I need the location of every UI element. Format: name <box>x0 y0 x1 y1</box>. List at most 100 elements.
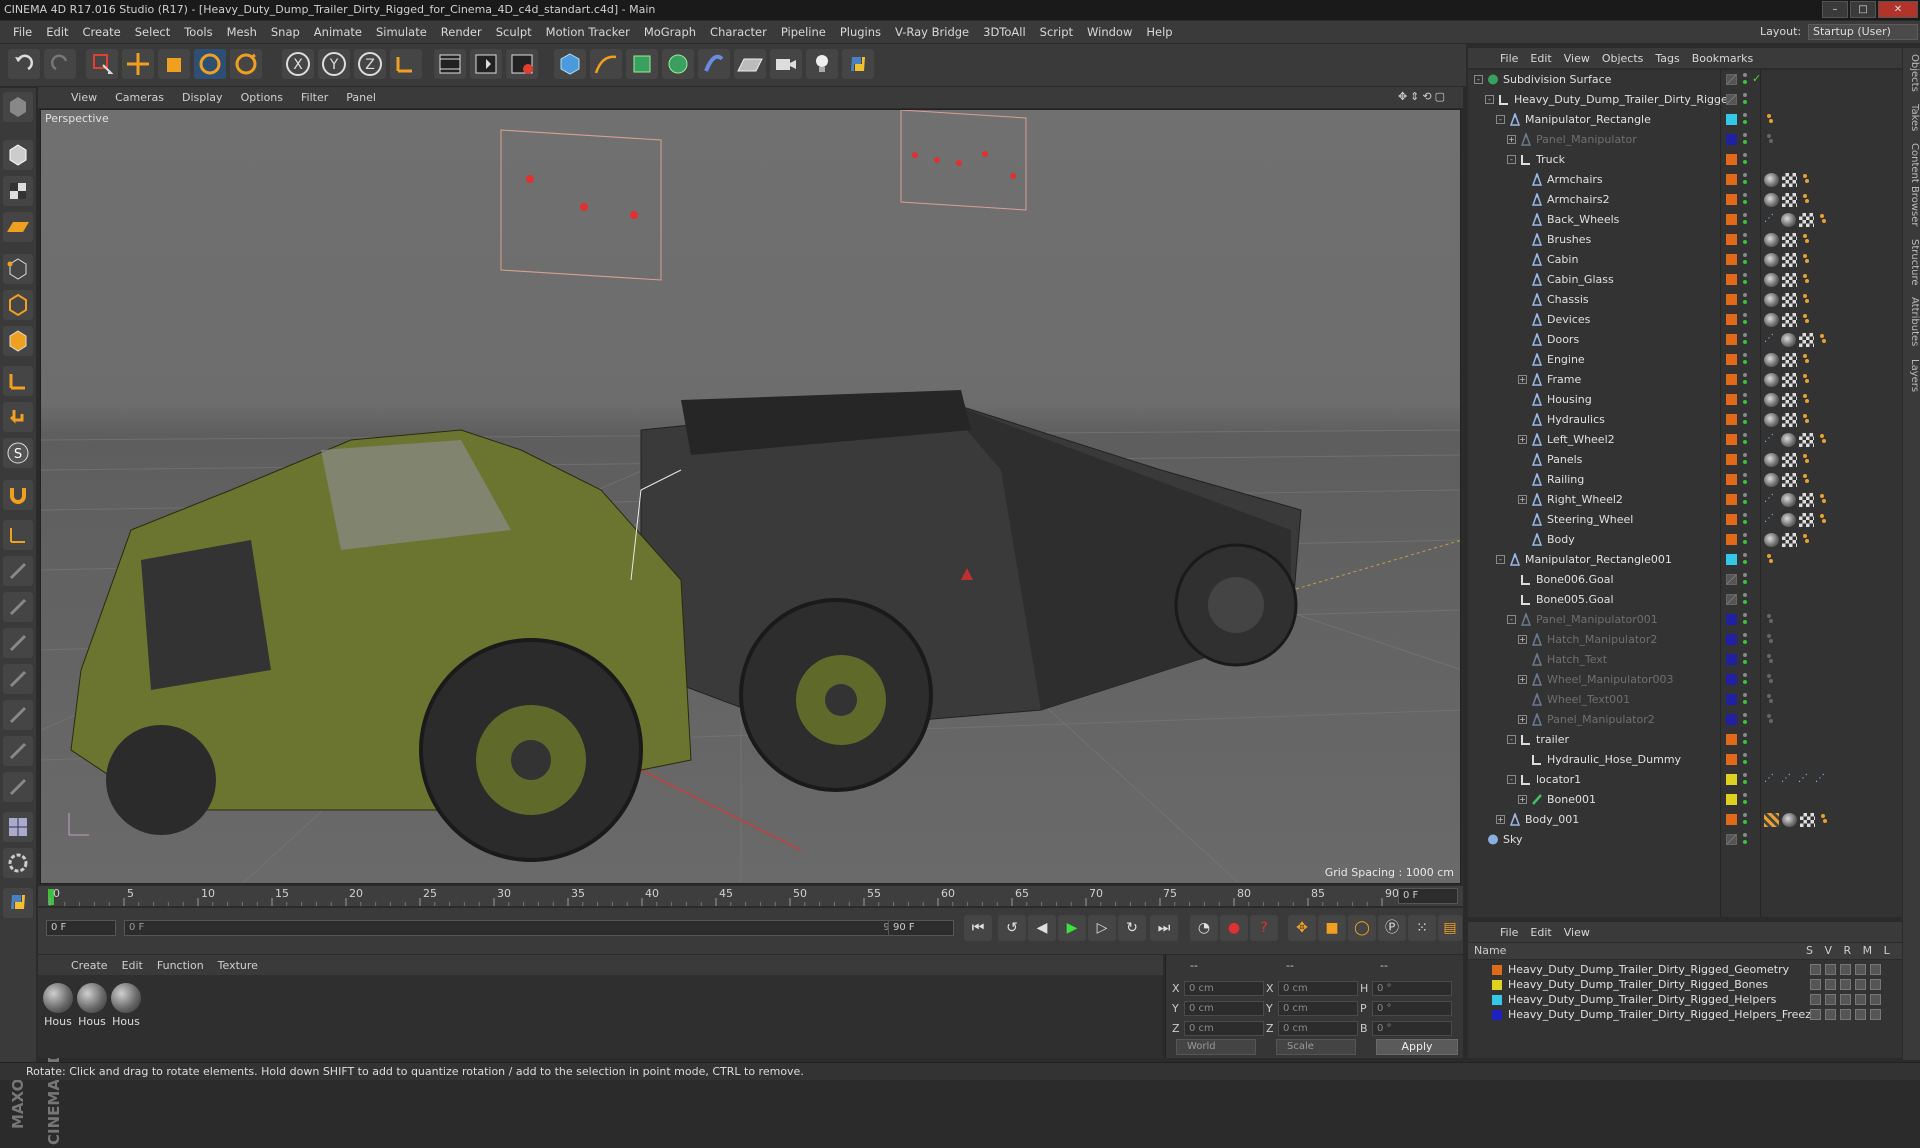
brush-icon[interactable] <box>3 556 33 586</box>
editor-visibility-dot[interactable] <box>1743 533 1747 537</box>
phong-tag-icon[interactable] <box>1781 333 1796 347</box>
material-menu-function[interactable]: Function <box>150 959 211 972</box>
layer-color-swatch[interactable] <box>1726 834 1737 845</box>
collapse-icon[interactable]: - <box>1474 75 1483 84</box>
layer-color-swatch[interactable] <box>1726 74 1737 85</box>
menu-v-ray-bridge[interactable]: V-Ray Bridge <box>888 25 976 39</box>
rotate-icon[interactable] <box>194 49 226 79</box>
phong-tag-icon[interactable] <box>1764 253 1779 267</box>
weight-tag-icon[interactable]: ⋰ <box>1815 773 1829 787</box>
layer-color-swatch[interactable] <box>1726 434 1737 445</box>
texture-mode-icon[interactable] <box>3 176 33 206</box>
editor-visibility-dot[interactable] <box>1743 433 1747 437</box>
end-frame-field[interactable]: 90 F <box>888 920 954 936</box>
timeline-window-icon[interactable]: ▤ <box>1438 915 1462 941</box>
coord-value-field[interactable]: 0 cm <box>1184 1021 1264 1036</box>
side-tab-content-browser[interactable]: Content Browser <box>1903 137 1920 232</box>
object-row-cabin-glass[interactable]: Cabin_Glass <box>1468 270 1902 290</box>
layer-color-swatch[interactable] <box>1726 274 1737 285</box>
phong-tag-icon[interactable] <box>1764 533 1779 547</box>
layer-color-swatch[interactable] <box>1726 774 1737 785</box>
lock-toggle-icon[interactable] <box>1870 994 1881 1005</box>
editor-visibility-dot[interactable] <box>1743 373 1747 377</box>
cube-icon[interactable] <box>554 49 586 79</box>
object-name[interactable]: Body_001 <box>1525 813 1579 826</box>
grab-icon[interactable] <box>3 772 33 802</box>
array-icon[interactable] <box>662 49 694 79</box>
render-visibility-dot[interactable] <box>1743 620 1747 624</box>
render-visibility-dot[interactable] <box>1743 760 1747 764</box>
layer-color-swatch[interactable] <box>1726 354 1737 365</box>
phong-tag-icon[interactable] <box>1764 373 1779 387</box>
make-editable-icon[interactable] <box>3 92 33 122</box>
menu-mesh[interactable]: Mesh <box>220 25 264 39</box>
editor-visibility-dot[interactable] <box>1743 673 1747 677</box>
object-row-bone005-goal[interactable]: Bone005.Goal <box>1468 590 1902 610</box>
redo-icon[interactable] <box>44 49 76 79</box>
texture-tag-icon[interactable] <box>1782 533 1797 547</box>
object-menu-objects[interactable]: Objects <box>1596 52 1650 65</box>
texture-tag-icon[interactable] <box>1799 493 1814 507</box>
object-row-doors[interactable]: Doors ⋰ <box>1468 330 1902 350</box>
manager-toggle-icon[interactable] <box>1855 994 1866 1005</box>
coord-value-field[interactable]: 0 ° <box>1372 981 1452 996</box>
collapse-icon[interactable]: - <box>1507 615 1516 624</box>
weight-tag-icon[interactable]: ⋰ <box>1781 773 1795 787</box>
lock-toggle-icon[interactable] <box>1870 979 1881 990</box>
phong-tag-icon[interactable] <box>1781 213 1796 227</box>
texture-tag-icon[interactable] <box>1782 393 1797 407</box>
key-parameter-icon[interactable]: Ⓟ <box>1378 915 1406 941</box>
layer-name[interactable]: Heavy_Duty_Dump_Trailer_Dirty_Rigged_Geo… <box>1508 963 1789 976</box>
coord-value-field[interactable]: 0 cm <box>1278 981 1358 996</box>
render-visibility-dot[interactable] <box>1743 580 1747 584</box>
layer-color-swatch[interactable] <box>1492 965 1502 975</box>
object-row-hatch-manipulator2[interactable]: + Hatch_Manipulator2 <box>1468 630 1902 650</box>
editor-visibility-dot[interactable] <box>1743 233 1747 237</box>
layer-menu-edit[interactable]: Edit <box>1524 926 1557 939</box>
object-row-panel-manipulator001[interactable]: - Panel_Manipulator001 <box>1468 610 1902 630</box>
side-tab-attributes[interactable]: Attributes <box>1903 291 1920 352</box>
points-mode-icon[interactable] <box>3 254 33 284</box>
object-name[interactable]: Hydraulic_Hose_Dummy <box>1547 753 1681 766</box>
layer-color-swatch[interactable] <box>1492 995 1502 1005</box>
editor-visibility-dot[interactable] <box>1743 753 1747 757</box>
render-toggle-icon[interactable] <box>1840 964 1851 975</box>
phong-tag-icon[interactable] <box>1764 173 1779 187</box>
object-name[interactable]: locator1 <box>1536 773 1581 786</box>
render-view-icon[interactable] <box>434 49 466 79</box>
layer-color-swatch[interactable] <box>1726 254 1737 265</box>
xpresso-tag-icon[interactable] <box>1764 133 1774 147</box>
object-name[interactable]: Left_Wheel2 <box>1547 433 1615 446</box>
scale-icon[interactable] <box>158 49 190 79</box>
solo-toggle-icon[interactable] <box>1810 994 1821 1005</box>
polygons-mode-icon[interactable] <box>3 326 33 356</box>
apply-button[interactable]: Apply <box>1376 1039 1458 1055</box>
smooth-icon[interactable] <box>3 736 33 766</box>
texture-tag-icon[interactable] <box>1782 373 1797 387</box>
menu-tools[interactable]: Tools <box>177 25 219 39</box>
manager-toggle-icon[interactable] <box>1855 979 1866 990</box>
layer-color-swatch[interactable] <box>1726 594 1737 605</box>
object-row-trailer[interactable]: - trailer <box>1468 730 1902 750</box>
render-visibility-dot[interactable] <box>1743 600 1747 604</box>
previous-frame-icon[interactable]: ◀ <box>1028 915 1056 941</box>
object-row-panels[interactable]: Panels <box>1468 450 1902 470</box>
layer-color-swatch[interactable] <box>1726 734 1737 745</box>
expand-icon[interactable]: + <box>1496 815 1505 824</box>
layer-color-swatch[interactable] <box>1492 1010 1502 1020</box>
layer-color-swatch[interactable] <box>1726 514 1737 525</box>
layer-color-swatch[interactable] <box>1726 494 1737 505</box>
menu-animate[interactable]: Animate <box>307 25 369 39</box>
object-name[interactable]: Bone006.Goal <box>1536 573 1614 586</box>
object-menu-tags[interactable]: Tags <box>1649 52 1685 65</box>
editor-visibility-dot[interactable] <box>1743 213 1747 217</box>
layer-color-swatch[interactable] <box>1726 114 1737 125</box>
layer-row[interactable]: Heavy_Duty_Dump_Trailer_Dirty_Rigged_Hel… <box>1468 992 1902 1007</box>
xpresso-tag-icon[interactable] <box>1764 713 1774 727</box>
editor-visibility-dot[interactable] <box>1743 513 1747 517</box>
editor-visibility-dot[interactable] <box>1743 553 1747 557</box>
viewport-menu-filter[interactable]: Filter <box>292 91 337 104</box>
material-menu-create[interactable]: Create <box>64 959 115 972</box>
texture-tag-icon[interactable] <box>1782 233 1797 247</box>
visible-toggle-icon[interactable] <box>1825 1009 1836 1020</box>
